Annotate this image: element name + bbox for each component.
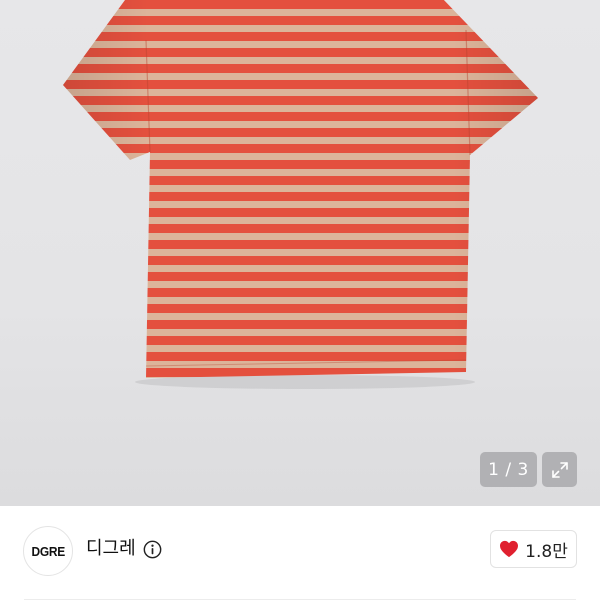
seller-avatar[interactable]: DGRE [23, 526, 73, 576]
seller-name[interactable]: 디그레 [86, 538, 136, 560]
image-counter-text: 1 / 3 [488, 459, 529, 480]
like-button[interactable]: 1.8만 [490, 530, 577, 568]
expand-image-button[interactable] [542, 452, 577, 487]
like-count: 1.8만 [525, 541, 568, 562]
info-icon[interactable] [143, 540, 162, 559]
product-detail-screen: 1 / 3 DGRE 디그레 1.8만 [0, 0, 600, 600]
image-counter-badge: 1 / 3 [480, 452, 537, 487]
seller-bar: DGRE 디그레 1.8만 [0, 506, 600, 600]
product-photo [63, 0, 538, 389]
product-image-gallery[interactable]: 1 / 3 [0, 0, 600, 506]
avatar-logo-text: DGRE [31, 543, 65, 559]
heart-icon [500, 540, 519, 558]
expand-icon [551, 461, 568, 478]
